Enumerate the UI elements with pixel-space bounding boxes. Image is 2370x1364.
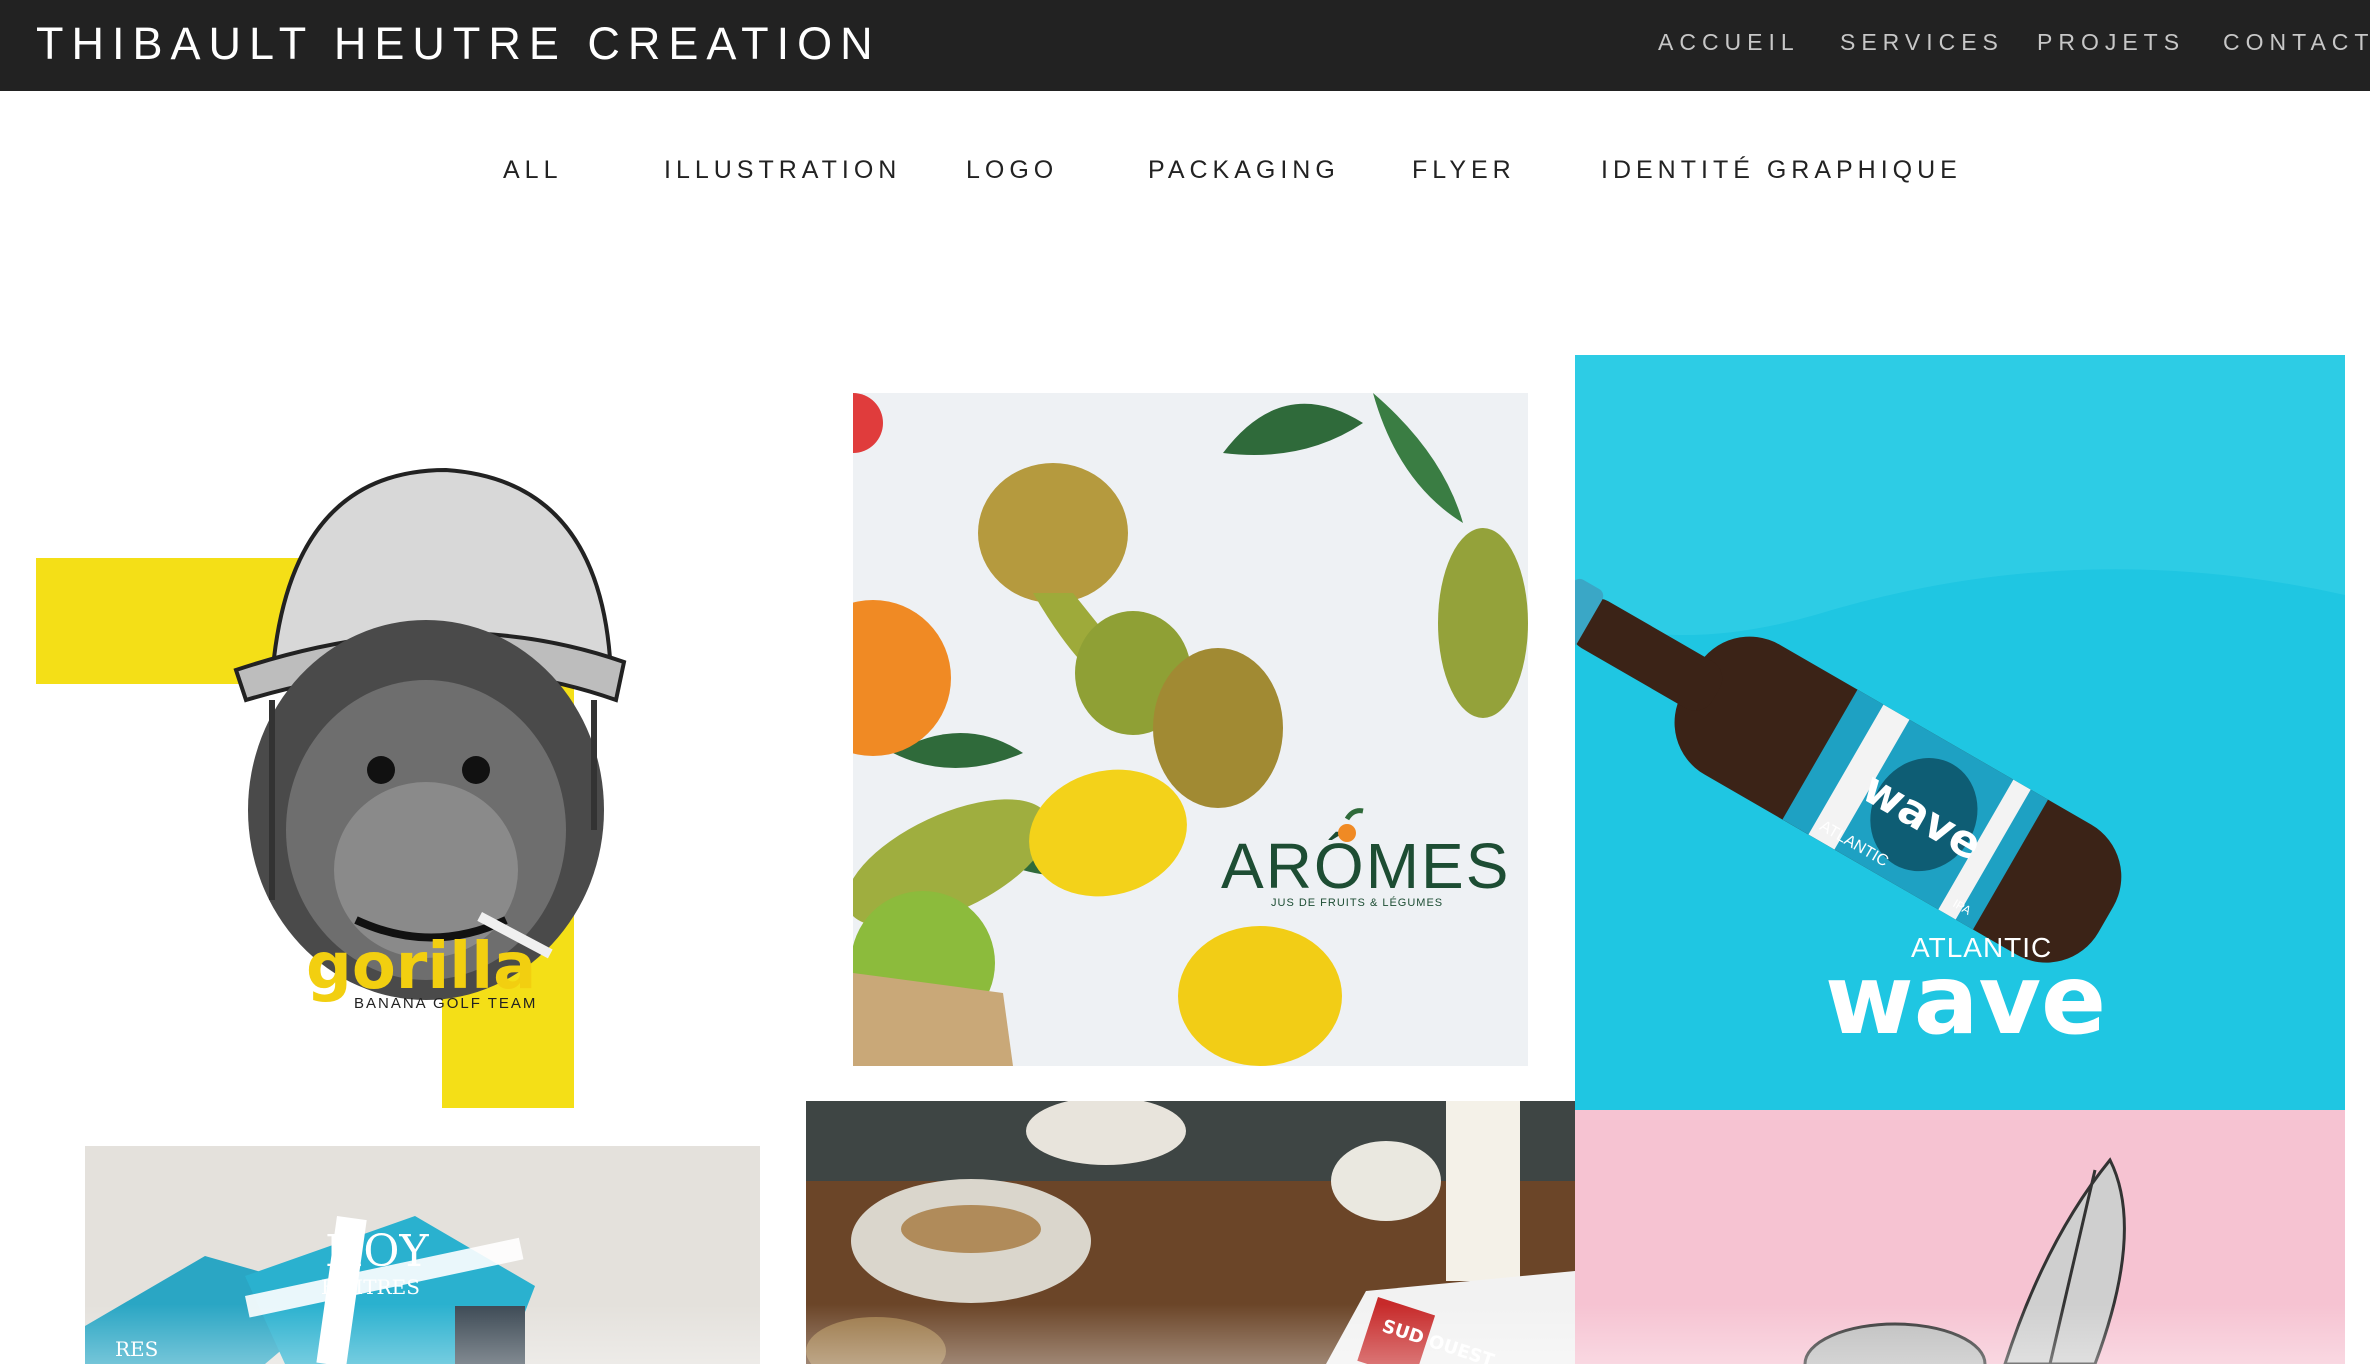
aromes-tagline: JUS DE FRUITS & LÉGUMES xyxy=(1271,896,1443,909)
aromes-photo: ARÔMES JUS DE FRUITS & LÉGUMES xyxy=(853,393,1528,1066)
project-tile-hoy[interactable]: HOY HUITRES RES xyxy=(85,1146,760,1364)
breakfast-photo: SUD OUEST xyxy=(806,1101,1575,1364)
project-tile-aromes[interactable]: ARÔMES JUS DE FRUITS & LÉGUMES xyxy=(853,393,1528,1066)
hoy-label-huitres: HUITRES xyxy=(321,1275,420,1299)
filter-packaging[interactable]: PACKAGING xyxy=(1148,150,1340,190)
project-tile-atlantic-wave[interactable]: wave ATLANTIC IPA ATLANTIC wave xyxy=(1575,355,2345,1110)
nav-accueil[interactable]: ACCUEIL xyxy=(1658,22,1800,62)
aromes-logo-text: ARÔMES xyxy=(1221,830,1510,902)
hoy-packaging-photo: HOY HUITRES RES xyxy=(85,1146,760,1364)
pink-illustration xyxy=(1575,1110,2345,1364)
project-tile-sud-ouest[interactable]: SUD OUEST xyxy=(806,1101,1575,1364)
gorilla-logo-text: gorilla xyxy=(306,930,536,1004)
hoy-label-res: RES xyxy=(115,1337,158,1361)
filter-illustration[interactable]: ILLUSTRATION xyxy=(664,150,901,190)
filter-logo[interactable]: LOGO xyxy=(966,150,1058,190)
nav-services[interactable]: SERVICES xyxy=(1840,22,2004,62)
hoy-label: HOY xyxy=(325,1226,429,1277)
project-tile-gorilla[interactable]: gorilla BANANA GOLF TEAM xyxy=(36,400,776,1112)
nav-contact[interactable]: CONTACT xyxy=(2223,22,2370,62)
filter-all[interactable]: ALL xyxy=(503,150,562,190)
site-brand[interactable]: THIBAULT HEUTRE CREATION xyxy=(36,14,881,74)
site-header: THIBAULT HEUTRE CREATION ACCUEIL SERVICE… xyxy=(0,0,2370,91)
project-tile-pink[interactable] xyxy=(1575,1110,2345,1364)
filter-flyer[interactable]: FLYER xyxy=(1412,150,1516,190)
project-filter-bar: ALL ILLUSTRATION LOGO PACKAGING FLYER ID… xyxy=(0,150,2370,190)
gorilla-illustration: gorilla BANANA GOLF TEAM xyxy=(36,400,776,1112)
gorilla-tagline: BANANA GOLF TEAM xyxy=(354,995,537,1012)
filter-identite-graphique[interactable]: IDENTITÉ GRAPHIQUE xyxy=(1601,150,1962,190)
nav-projets[interactable]: PROJETS xyxy=(2037,22,2185,62)
atlantic-wave-photo: wave ATLANTIC IPA ATLANTIC wave xyxy=(1575,355,2345,1110)
atlantic-logo-line2: wave xyxy=(1825,944,2106,1056)
